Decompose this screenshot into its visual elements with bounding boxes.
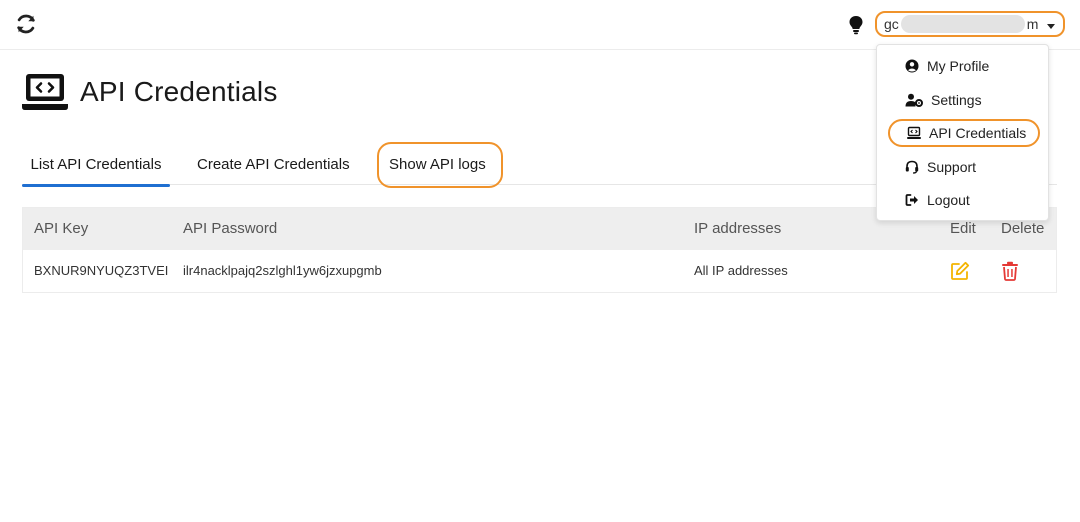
tab-create-api-credentials[interactable]: Create API Credentials bbox=[197, 145, 350, 185]
username-end: m bbox=[1026, 16, 1039, 32]
laptop-code-icon bbox=[907, 126, 921, 139]
menu-item-label: Settings bbox=[931, 92, 982, 108]
page-title: API Credentials bbox=[80, 76, 278, 107]
table-row: BXNUR9NYUQZ3TVEI ilr4nacklpajq2szlghl1yw… bbox=[23, 250, 1056, 292]
headset-icon bbox=[905, 160, 919, 174]
top-bar: gc m bbox=[0, 0, 1080, 50]
refresh-icon[interactable] bbox=[15, 13, 37, 35]
tab-list-api-credentials[interactable]: List API Credentials bbox=[22, 145, 170, 187]
menu-item-label: API Credentials bbox=[929, 125, 1027, 141]
username-start: gc bbox=[884, 16, 899, 32]
column-header-api-key: API Key bbox=[34, 220, 89, 237]
caret-down-icon bbox=[1047, 24, 1055, 29]
page-header: API Credentials bbox=[22, 72, 278, 112]
laptop-code-icon bbox=[22, 74, 68, 110]
ip-addresses-value: All IP addresses bbox=[694, 263, 788, 278]
menu-item-logout[interactable]: Logout bbox=[877, 187, 1048, 213]
user-gear-icon bbox=[905, 93, 923, 107]
api-password-value: ilr4nacklpajq2szlghl1yw6jzxupgmb bbox=[183, 263, 382, 278]
trash-icon[interactable] bbox=[1001, 261, 1019, 281]
menu-item-settings[interactable]: Settings bbox=[877, 87, 1048, 113]
menu-item-my-profile[interactable]: My Profile bbox=[877, 53, 1048, 79]
menu-item-label: Support bbox=[927, 159, 977, 175]
column-header-api-password: API Password bbox=[183, 220, 278, 237]
username-redacted bbox=[900, 15, 1025, 33]
menu-item-api-credentials[interactable]: API Credentials bbox=[888, 119, 1040, 147]
menu-item-support[interactable]: Support bbox=[877, 154, 1048, 180]
user-menu-toggle[interactable]: gc m bbox=[875, 11, 1065, 37]
menu-item-label: Logout bbox=[927, 192, 970, 208]
user-dropdown-menu: My Profile Settings API Credentials Supp… bbox=[876, 44, 1049, 221]
tab-show-api-logs[interactable]: Show API logs bbox=[377, 142, 503, 188]
sign-out-icon bbox=[905, 194, 918, 206]
column-header-ip-addresses: IP addresses bbox=[694, 220, 782, 237]
edit-icon[interactable] bbox=[950, 261, 970, 281]
menu-item-label: My Profile bbox=[927, 58, 990, 74]
lightbulb-icon[interactable] bbox=[848, 15, 864, 35]
api-key-value: BXNUR9NYUQZ3TVEI bbox=[34, 263, 169, 278]
user-circle-icon bbox=[905, 59, 919, 73]
